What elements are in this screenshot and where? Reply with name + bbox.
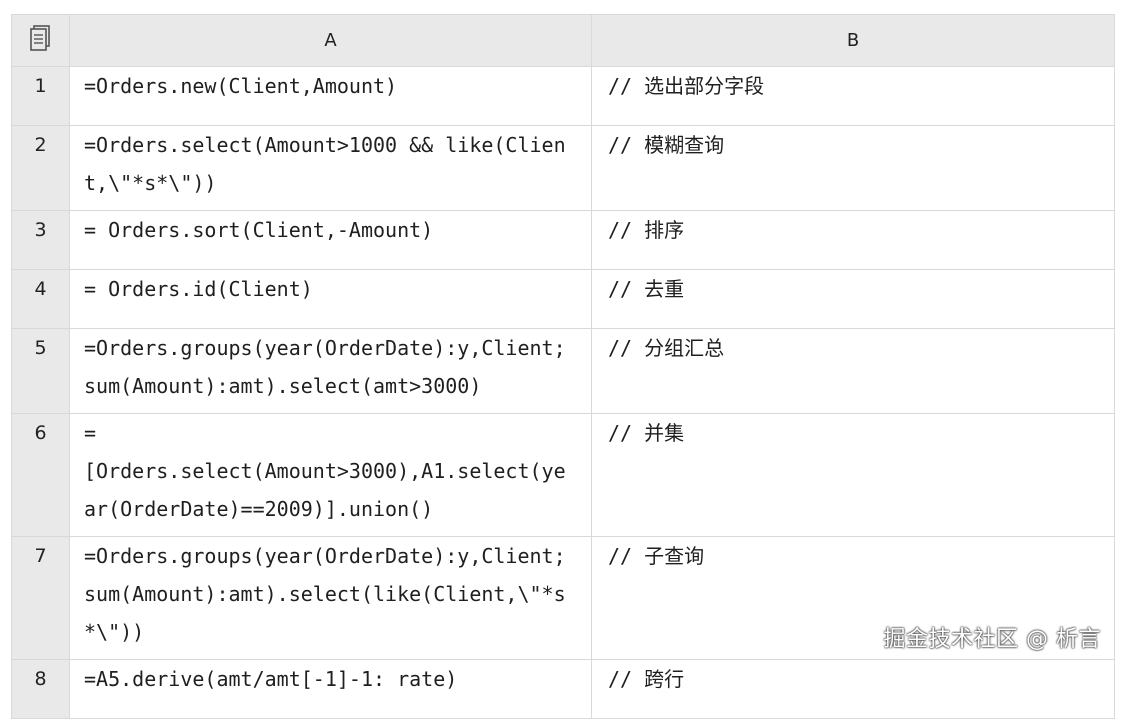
- cell-a5[interactable]: =Orders.groups(year(OrderDate):y,Client;…: [69, 328, 592, 414]
- row-header[interactable]: 8: [11, 659, 70, 719]
- row-header[interactable]: 4: [11, 269, 70, 329]
- spreadsheet-grid: A B 1 =Orders.new(Client,Amount) // 选出部分…: [11, 14, 1115, 719]
- table-row: 5 =Orders.groups(year(OrderDate):y,Clien…: [11, 328, 1115, 414]
- row-header[interactable]: 2: [11, 125, 70, 211]
- cell-b6[interactable]: // 并集: [591, 413, 1115, 537]
- cell-a1[interactable]: =Orders.new(Client,Amount): [69, 66, 592, 126]
- sheet-icon: [29, 25, 53, 57]
- cell-a8[interactable]: =A5.derive(amt/amt[-1]-1: rate): [69, 659, 592, 719]
- column-header-a[interactable]: A: [69, 14, 592, 67]
- cell-b2[interactable]: // 模糊查询: [591, 125, 1115, 211]
- cell-a7[interactable]: =Orders.groups(year(OrderDate):y,Client;…: [69, 536, 592, 660]
- cell-a4[interactable]: = Orders.id(Client): [69, 269, 592, 329]
- cell-b8[interactable]: // 跨行: [591, 659, 1115, 719]
- cell-a6[interactable]: = [Orders.select(Amount>3000),A1.select(…: [69, 413, 592, 537]
- row-header[interactable]: 5: [11, 328, 70, 414]
- table-row: 8 =A5.derive(amt/amt[-1]-1: rate) // 跨行: [11, 659, 1115, 719]
- watermark: 掘金技术社区 @ 析言: [883, 627, 1101, 652]
- cell-b1[interactable]: // 选出部分字段: [591, 66, 1115, 126]
- cell-b5[interactable]: // 分组汇总: [591, 328, 1115, 414]
- row-header[interactable]: 7: [11, 536, 70, 660]
- cell-b4[interactable]: // 去重: [591, 269, 1115, 329]
- row-header[interactable]: 1: [11, 66, 70, 126]
- column-header-b[interactable]: B: [591, 14, 1115, 67]
- cell-a2[interactable]: =Orders.select(Amount>1000 && like(Clien…: [69, 125, 592, 211]
- select-all-corner[interactable]: [11, 14, 70, 67]
- cell-b3[interactable]: // 排序: [591, 210, 1115, 270]
- row-header[interactable]: 6: [11, 413, 70, 537]
- table-row: 2 =Orders.select(Amount>1000 && like(Cli…: [11, 125, 1115, 211]
- row-header[interactable]: 3: [11, 210, 70, 270]
- table-row: 6 = [Orders.select(Amount>3000),A1.selec…: [11, 413, 1115, 537]
- table-row: 4 = Orders.id(Client) // 去重: [11, 269, 1115, 329]
- table-row: 3 = Orders.sort(Client,-Amount) // 排序: [11, 210, 1115, 270]
- cell-a3[interactable]: = Orders.sort(Client,-Amount): [69, 210, 592, 270]
- table-row: 1 =Orders.new(Client,Amount) // 选出部分字段: [11, 66, 1115, 126]
